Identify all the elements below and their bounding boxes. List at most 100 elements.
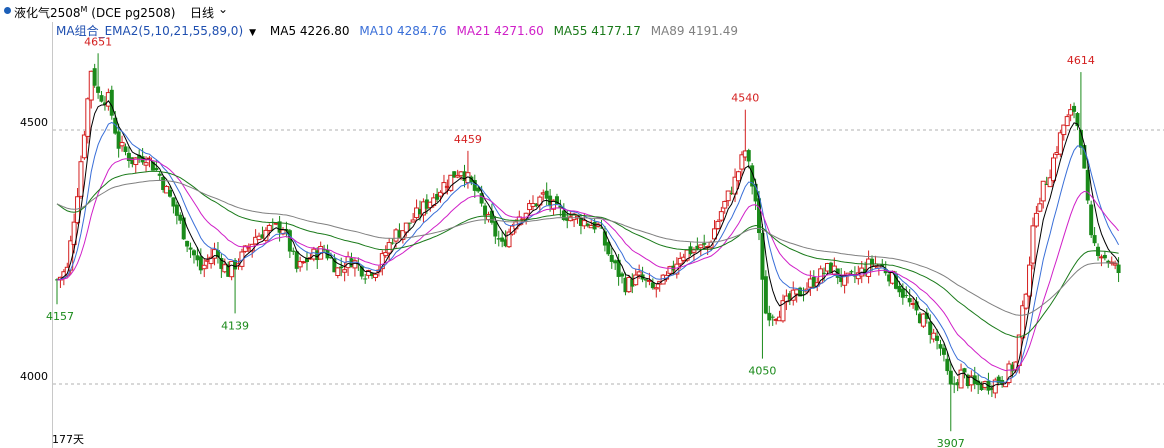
candle-body	[85, 98, 91, 137]
candle-body	[941, 347, 946, 355]
candle-body	[962, 368, 967, 373]
candle-body	[931, 332, 937, 340]
candle-body	[126, 152, 131, 162]
candle-body	[757, 198, 762, 234]
candle-body	[620, 273, 625, 277]
candle-body	[544, 190, 549, 199]
candle-body	[164, 186, 170, 194]
candle-body	[1051, 157, 1057, 182]
candle-body	[123, 146, 128, 153]
candle-body	[266, 225, 272, 231]
candle-body	[1061, 124, 1067, 136]
candle-body	[938, 344, 943, 349]
candle-body	[1030, 225, 1036, 264]
candle-body	[201, 264, 207, 270]
candle-body	[143, 162, 149, 166]
candle-body	[910, 303, 916, 306]
candle-body	[667, 266, 673, 274]
candle-body	[735, 171, 741, 182]
candle-body	[191, 250, 196, 256]
candle-body	[493, 221, 498, 237]
candle-body	[311, 248, 317, 260]
candle-body	[958, 369, 964, 389]
candle-body	[540, 192, 546, 195]
candle-body	[588, 225, 594, 229]
candle-body	[195, 255, 200, 261]
candle-body	[157, 173, 162, 176]
candle-body	[1102, 254, 1107, 259]
candle-body	[849, 271, 854, 273]
candle-body	[154, 167, 159, 171]
candle-body	[653, 287, 659, 290]
candle-body	[174, 204, 179, 216]
candle-body	[372, 273, 378, 278]
candle-body	[256, 235, 262, 241]
price-annotation: 3907	[937, 437, 965, 448]
candle-body	[92, 68, 97, 86]
y-tick-label: 4000	[20, 370, 48, 383]
price-annotation: 4651	[84, 35, 112, 48]
candle-body	[715, 220, 721, 230]
candle-body	[767, 312, 772, 321]
candle-body	[339, 266, 344, 269]
ma-line-ma89	[56, 179, 1119, 316]
candle-body	[1112, 263, 1118, 266]
candle-body	[1037, 203, 1043, 212]
candle-body	[746, 150, 751, 162]
candle-body	[171, 197, 176, 207]
candle-body	[342, 269, 348, 273]
candle-body	[88, 70, 94, 101]
candle-body	[301, 261, 307, 264]
candle-body	[907, 298, 912, 303]
candle-body	[222, 264, 228, 273]
candle-body	[952, 383, 957, 385]
price-annotation: 4139	[221, 319, 249, 332]
candle-body	[1040, 180, 1046, 202]
price-annotation: 4459	[454, 133, 482, 146]
candle-body	[393, 229, 399, 242]
candle-body	[904, 295, 909, 297]
candle-body	[291, 250, 296, 252]
candle-body	[407, 222, 412, 224]
candle-body	[386, 242, 392, 254]
candle-body	[1068, 109, 1074, 116]
candle-body	[725, 190, 731, 202]
candle-body	[606, 242, 611, 255]
candle-body	[920, 313, 926, 327]
candle-body	[185, 240, 190, 247]
candle-body	[742, 150, 748, 158]
candle-body	[96, 86, 101, 93]
candle-body	[168, 189, 173, 197]
candle-body	[763, 276, 768, 314]
candle-body	[441, 182, 447, 194]
candle-body	[119, 142, 125, 147]
candle-body	[626, 277, 632, 293]
candle-body	[81, 134, 87, 159]
candle-body	[948, 370, 953, 385]
candle-body	[410, 219, 416, 223]
candle-body	[496, 238, 501, 240]
candle-body	[390, 242, 395, 244]
candle-body	[1057, 132, 1063, 155]
candle-body	[702, 243, 707, 245]
candlestick-chart[interactable]: 4651 4459 4540 4614 4157 4139 4050 3907	[0, 0, 1164, 448]
candle-body	[335, 267, 341, 276]
price-annotation: 4050	[748, 365, 776, 378]
candle-body	[178, 214, 183, 221]
candle-body	[935, 335, 940, 341]
candle-body	[109, 89, 114, 116]
candle-body	[824, 263, 830, 272]
candle-body	[1033, 212, 1039, 227]
candle-body	[807, 278, 813, 288]
candle-body	[403, 222, 409, 233]
price-annotation: 4540	[731, 92, 759, 105]
candle-body	[78, 161, 84, 197]
ma-line-ma5	[56, 99, 1120, 388]
candle-body	[1072, 105, 1077, 112]
candle-body	[273, 222, 279, 225]
candle-body	[698, 244, 704, 249]
candle-body	[722, 200, 728, 209]
candle-body	[613, 260, 618, 264]
candle-body	[1089, 204, 1094, 236]
y-tick-label: 4500	[20, 116, 48, 129]
